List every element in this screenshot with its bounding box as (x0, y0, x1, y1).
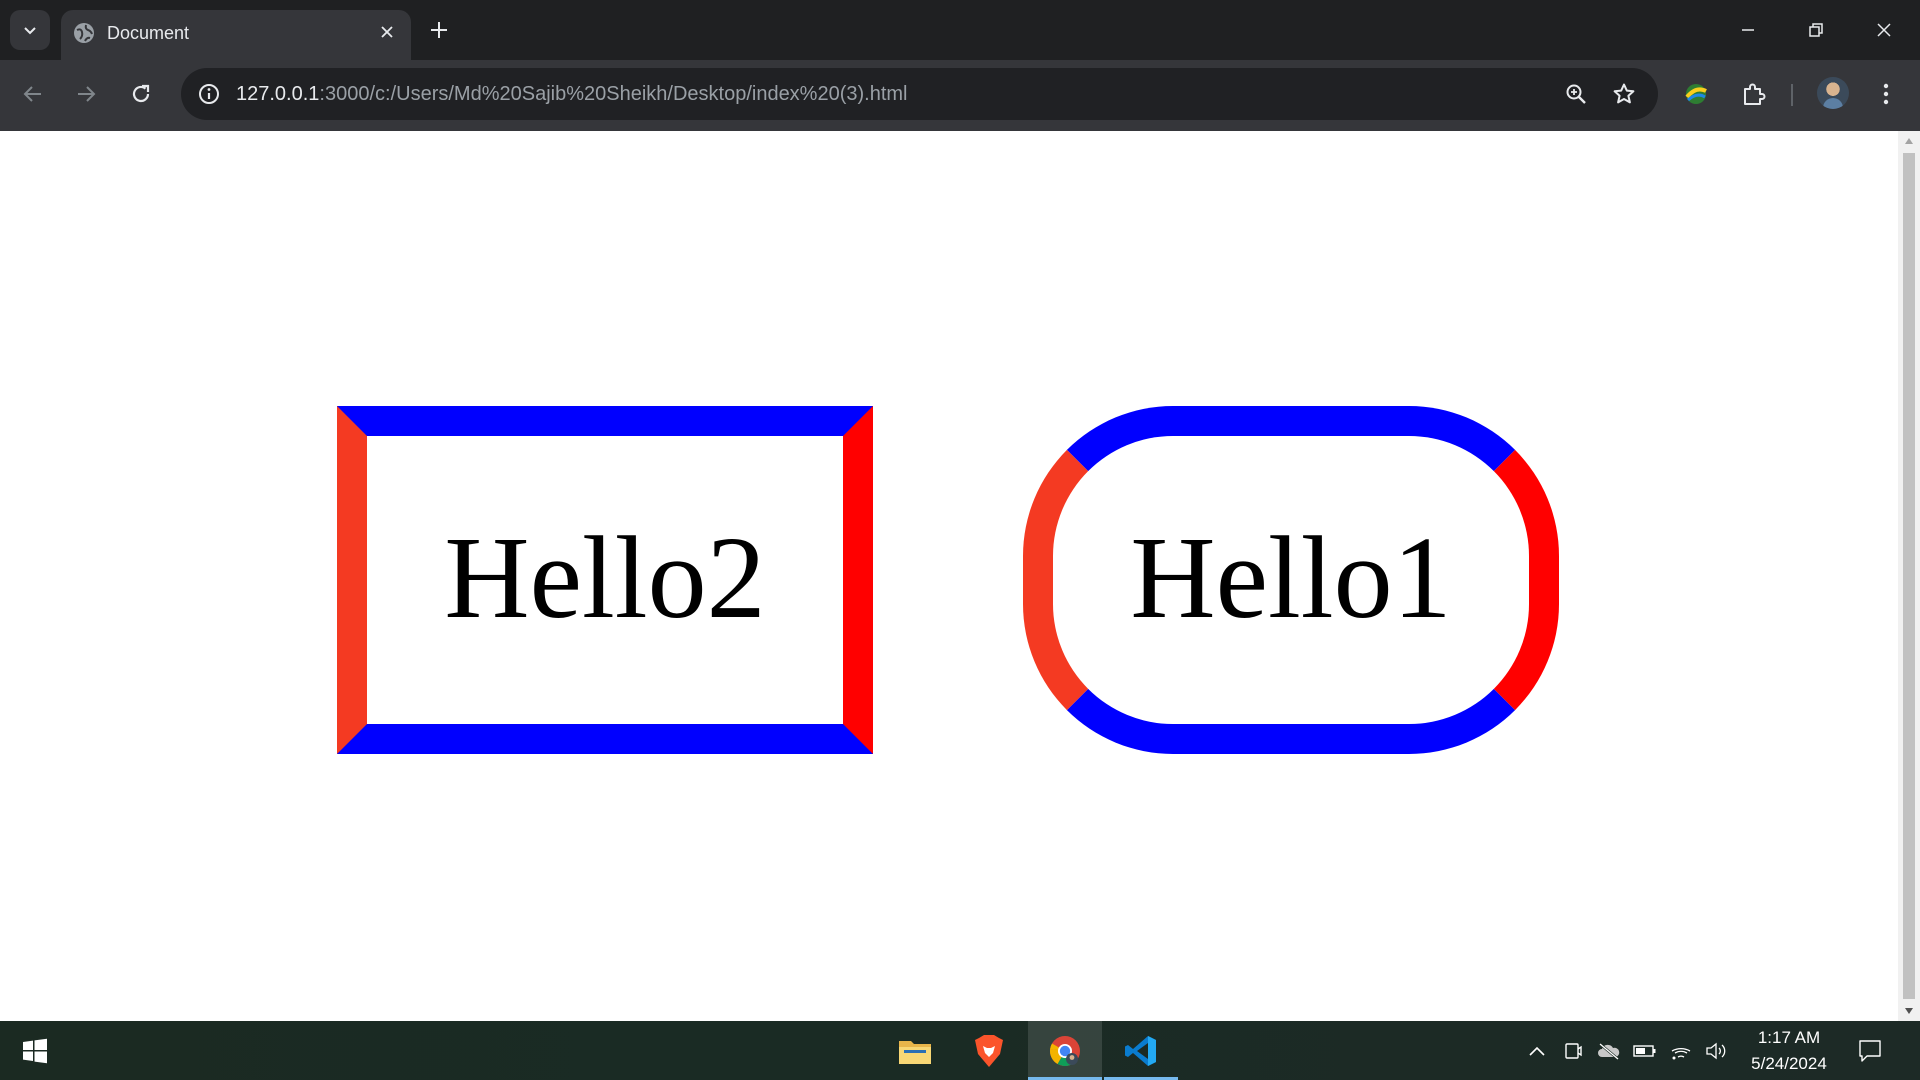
close-window-button[interactable] (1850, 0, 1918, 60)
windows-icon (23, 1038, 47, 1064)
zoom-button[interactable] (1558, 76, 1594, 112)
start-button[interactable] (12, 1029, 58, 1073)
taskbar: 1:17 AM 5/24/2024 (0, 1021, 1920, 1080)
reload-button[interactable] (119, 72, 163, 116)
hello2-text: Hello2 (444, 512, 766, 643)
restore-button[interactable] (1782, 0, 1850, 60)
wifi-icon (1671, 1047, 1691, 1060)
hello1-text: Hello1 (1130, 512, 1452, 643)
forward-button[interactable] (64, 72, 108, 116)
camera-icon (1565, 1043, 1582, 1059)
minimize-icon (1742, 29, 1754, 31)
tab-title: Document (107, 23, 190, 43)
bookmark-button[interactable] (1606, 76, 1642, 112)
reload-icon (132, 84, 150, 103)
battery-icon (1633, 1045, 1656, 1057)
arrow-left-icon (23, 86, 41, 102)
vertical-scrollbar[interactable] (1898, 131, 1920, 1021)
tray-meet-icon[interactable] (1560, 1039, 1586, 1063)
clock-date: 5/24/2024 (1751, 1054, 1827, 1073)
taskbar-clock[interactable]: 1:17 AM 5/24/2024 (1736, 1025, 1842, 1077)
hello2-box: Hello2 (337, 406, 873, 754)
zoom-icon (1566, 84, 1586, 104)
more-vert-icon (1883, 83, 1889, 105)
screen: Document 127.0.0.1:3000/c:/Users/Md%20Sa… (0, 0, 1920, 1080)
back-button[interactable] (11, 72, 55, 116)
tab-close-button[interactable] (373, 18, 401, 46)
scrollbar-thumb[interactable] (1903, 153, 1915, 999)
close-icon (381, 26, 393, 38)
tab-strip: Document (0, 0, 1920, 60)
tray-onedrive-icon[interactable] (1596, 1039, 1622, 1063)
extension-icon (1685, 84, 1707, 104)
address-bar[interactable]: 127.0.0.1:3000/c:/Users/Md%20Sajib%20She… (181, 68, 1658, 120)
extension-feature-button[interactable] (1676, 74, 1716, 114)
info-icon (199, 84, 219, 104)
tray-volume-icon[interactable] (1704, 1039, 1730, 1063)
star-icon (1613, 83, 1635, 104)
arrow-right-icon (78, 86, 96, 102)
page-viewport: Hello2 Hello1 (0, 131, 1898, 1021)
notification-center-button[interactable] (1853, 1035, 1887, 1067)
cloud-icon (1598, 1043, 1620, 1060)
puzzle-icon (1744, 83, 1766, 105)
show-hidden-icons-button[interactable] (1524, 1039, 1550, 1063)
url-host: 127.0.0.1 (236, 83, 320, 105)
scroll-up-button[interactable] (1898, 131, 1920, 151)
taskbar-app-file-explorer[interactable] (878, 1021, 952, 1080)
close-icon (1877, 23, 1891, 37)
tray-network-icon[interactable] (1668, 1039, 1694, 1063)
chrome-icon (1049, 1035, 1080, 1066)
hello1-box: Hello1 (1023, 406, 1559, 754)
tab-search-button[interactable] (10, 10, 50, 50)
browser-tab[interactable]: Document (61, 10, 411, 60)
toolbar-separator (1791, 84, 1793, 106)
notification-icon (1859, 1040, 1881, 1062)
browser-menu-button[interactable] (1866, 74, 1906, 114)
restore-icon (1809, 23, 1823, 37)
vscode-icon (1125, 1035, 1156, 1066)
chevron-up-icon (1529, 1046, 1545, 1056)
scroll-down-button[interactable] (1898, 1001, 1920, 1021)
extensions-button[interactable] (1733, 74, 1773, 114)
avatar[interactable] (1817, 77, 1849, 109)
triangle-down-icon (1905, 1008, 1913, 1014)
triangle-up-icon (1905, 138, 1913, 144)
taskbar-app-brave[interactable] (952, 1021, 1026, 1080)
url-text[interactable]: 127.0.0.1:3000/c:/Users/Md%20Sajib%20She… (236, 81, 908, 107)
minimize-button[interactable] (1714, 0, 1782, 60)
folder-icon (899, 1040, 931, 1064)
brave-icon (975, 1034, 1003, 1067)
site-info-button[interactable] (193, 78, 225, 110)
taskbar-app-vscode[interactable] (1104, 1021, 1178, 1080)
new-tab-button[interactable] (421, 12, 457, 48)
tray-battery-icon[interactable] (1632, 1039, 1658, 1063)
browser-toolbar: 127.0.0.1:3000/c:/Users/Md%20Sajib%20She… (0, 60, 1920, 131)
taskbar-app-chrome[interactable] (1028, 1021, 1102, 1080)
chevron-down-icon (24, 27, 36, 35)
url-path: :3000/c:/Users/Md%20Sajib%20Sheikh/Deskt… (319, 83, 908, 105)
plus-icon (431, 22, 447, 38)
speaker-icon (1706, 1042, 1726, 1060)
clock-time: 1:17 AM (1757, 1028, 1821, 1047)
globe-icon (74, 23, 94, 43)
